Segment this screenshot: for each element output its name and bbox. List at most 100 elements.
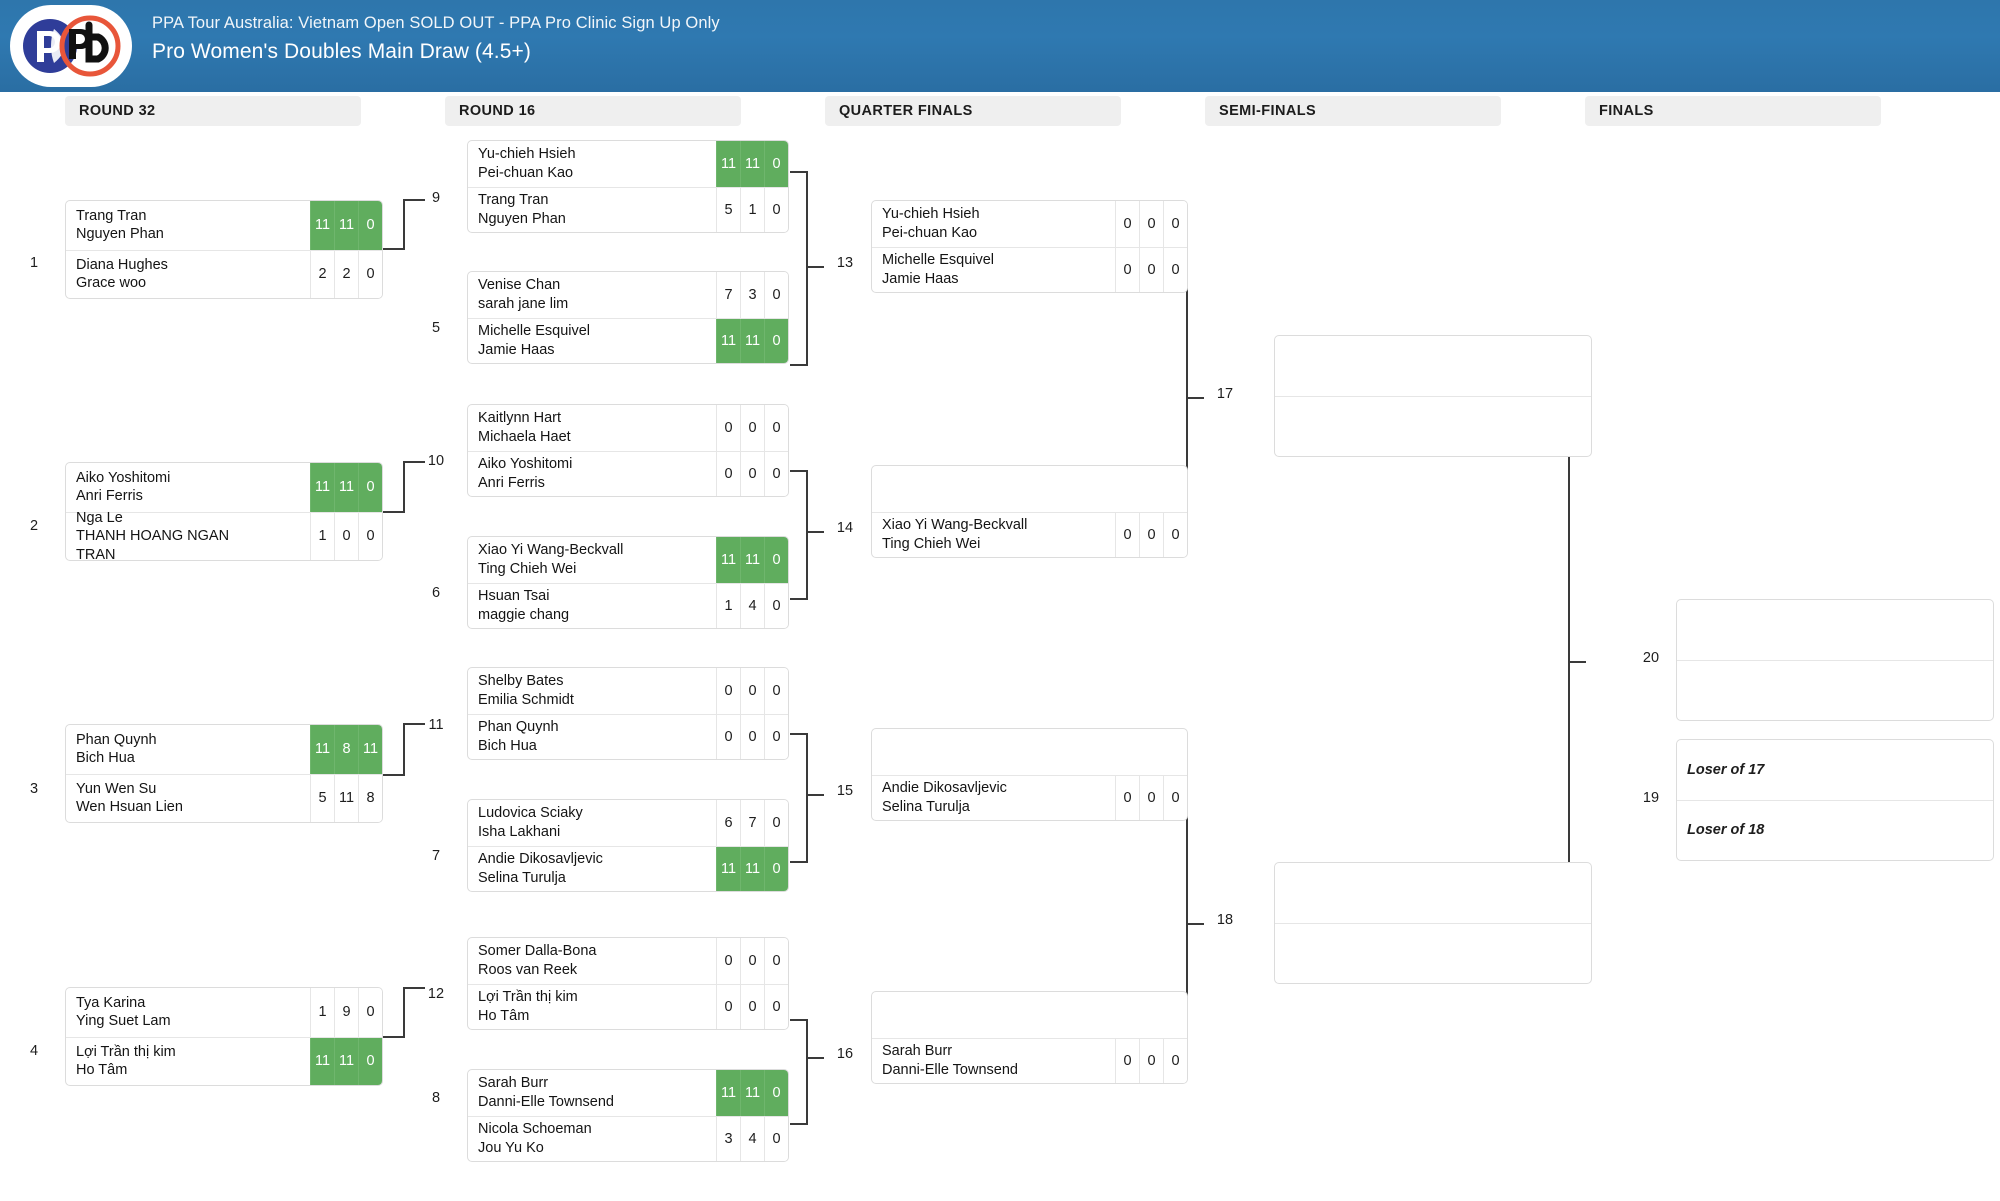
score-game-3: 8 bbox=[358, 774, 382, 822]
match-20[interactable] bbox=[1676, 599, 1994, 721]
player-2: Jou Yu Ko bbox=[478, 1139, 544, 1156]
match-2-team-top[interactable]: Aiko Yoshitomi Anri Ferris 11 11 0 bbox=[66, 463, 382, 512]
match-16-team-top[interactable] bbox=[872, 992, 1187, 1038]
score-game-3: 0 bbox=[358, 988, 382, 1037]
match-number-7: 7 bbox=[431, 848, 441, 864]
match-17-team-top[interactable] bbox=[1275, 336, 1591, 396]
match-5-team-bottom[interactable]: Michelle Esquivel Jamie Haas 11 11 0 bbox=[468, 317, 788, 363]
score-game-1: 11 bbox=[716, 318, 740, 363]
match-9-team-top[interactable]: Yu-chieh Hsieh Pei-chuan Kao 11 11 0 bbox=[468, 141, 788, 187]
match-20-team-bottom[interactable] bbox=[1677, 660, 1993, 720]
match-15[interactable]: Andie Dikosavljevic Selina Turulja 0 0 0 bbox=[871, 728, 1188, 821]
match-17-team-bottom[interactable] bbox=[1275, 396, 1591, 456]
match-12-team-bottom[interactable]: Lợi Trần thị kim Ho Tâm 0 0 0 bbox=[468, 983, 788, 1029]
match-14[interactable]: Xiao Yi Wang-Beckvall Ting Chieh Wei 0 0… bbox=[871, 465, 1188, 558]
team-names: Ludovica Sciaky Isha Lakhani bbox=[468, 800, 716, 846]
team-names: Sarah Burr Danni-Elle Townsend bbox=[872, 1039, 1115, 1084]
match-14-team-top[interactable] bbox=[872, 466, 1187, 512]
score-group: 0 0 0 bbox=[716, 405, 788, 451]
match-6-team-bottom[interactable]: Hsuan Tsai maggie chang 1 4 0 bbox=[468, 582, 788, 628]
match-9-team-bottom[interactable]: Trang Tran Nguyen Phan 5 1 0 bbox=[468, 186, 788, 232]
team-names bbox=[872, 466, 1187, 512]
match-10-team-top[interactable]: Kaitlynn Hart Michaela Haet 0 0 0 bbox=[468, 405, 788, 451]
match-1-team-bottom[interactable]: Diana Hughes Grace woo 2 2 0 bbox=[66, 249, 382, 299]
match-9[interactable]: Yu-chieh Hsieh Pei-chuan Kao 11 11 0 Tra… bbox=[467, 140, 789, 233]
score-game-2: 4 bbox=[740, 583, 764, 628]
score-game-1: 11 bbox=[716, 537, 740, 583]
match-7-team-bottom[interactable]: Andie Dikosavljevic Selina Turulja 11 11… bbox=[468, 845, 788, 891]
match-4[interactable]: Tya Karina Ying Suet Lam 1 9 0 Lợi Trần … bbox=[65, 987, 383, 1086]
match-2-team-bottom[interactable]: Nga Le THANH HOANG NGAN TRAN 1 0 0 bbox=[66, 510, 382, 560]
score-group: 11 11 0 bbox=[716, 537, 788, 583]
match-7-team-top[interactable]: Ludovica Sciaky Isha Lakhani 6 7 0 bbox=[468, 800, 788, 846]
match-15-team-bottom[interactable]: Andie Dikosavljevic Selina Turulja 0 0 0 bbox=[872, 774, 1187, 820]
match-13-team-bottom[interactable]: Michelle Esquivel Jamie Haas 0 0 0 bbox=[872, 246, 1187, 292]
match-8-team-top[interactable]: Sarah Burr Danni-Elle Townsend 11 11 0 bbox=[468, 1070, 788, 1116]
match-7[interactable]: Ludovica Sciaky Isha Lakhani 6 7 0 Andie… bbox=[467, 799, 789, 892]
match-6-team-top[interactable]: Xiao Yi Wang-Beckvall Ting Chieh Wei 11 … bbox=[468, 537, 788, 583]
match-11[interactable]: Shelby Bates Emilia Schmidt 0 0 0 Phan Q… bbox=[467, 667, 789, 760]
match-11-team-bottom[interactable]: Phan Quynh Bich Hua 0 0 0 bbox=[468, 713, 788, 760]
match-1[interactable]: Trang Tran Nguyen Phan 11 11 0 Diana Hug… bbox=[65, 200, 383, 299]
match-17[interactable] bbox=[1274, 335, 1592, 457]
match-18-team-bottom[interactable] bbox=[1275, 923, 1591, 983]
player-1: Yun Wen Su bbox=[76, 780, 157, 797]
match-19[interactable]: Loser of 17 Loser of 18 bbox=[1676, 739, 1994, 861]
player-2: Nguyen Phan bbox=[478, 210, 566, 227]
score-game-2: 11 bbox=[740, 846, 764, 891]
score-game-2: 1 bbox=[740, 187, 764, 232]
score-game-2: 0 bbox=[1139, 775, 1163, 820]
match-6[interactable]: Xiao Yi Wang-Beckvall Ting Chieh Wei 11 … bbox=[467, 536, 789, 629]
match-18-team-top[interactable] bbox=[1275, 863, 1591, 923]
match-14-team-bottom[interactable]: Xiao Yi Wang-Beckvall Ting Chieh Wei 0 0… bbox=[872, 511, 1187, 557]
match-16-team-bottom[interactable]: Sarah Burr Danni-Elle Townsend 0 0 0 bbox=[872, 1037, 1187, 1084]
team-names: Phan Quynh Bich Hua bbox=[468, 715, 716, 760]
team-names: Diana Hughes Grace woo bbox=[66, 251, 310, 299]
score-game-3: 0 bbox=[1163, 512, 1187, 557]
match-3[interactable]: Phan Quynh Bich Hua 11 8 11 Yun Wen Su W… bbox=[65, 724, 383, 823]
player-1: Ludovica Sciaky bbox=[478, 805, 583, 822]
score-group: 0 0 0 bbox=[1115, 247, 1187, 292]
match-3-team-bottom[interactable]: Yun Wen Su Wen Hsuan Lien 5 11 8 bbox=[66, 773, 382, 822]
player-1: Andie Dikosavljevic bbox=[478, 851, 603, 868]
score-game-2: 4 bbox=[740, 1116, 764, 1161]
match-4-team-bottom[interactable]: Lợi Trần thị kim Ho Tâm 11 11 0 bbox=[66, 1036, 382, 1086]
team-names: Lợi Trần thị kim Ho Tâm bbox=[66, 1038, 310, 1086]
match-13-team-top[interactable]: Yu-chieh Hsieh Pei-chuan Kao 0 0 0 bbox=[872, 201, 1187, 247]
match-4-team-top[interactable]: Tya Karina Ying Suet Lam 1 9 0 bbox=[66, 988, 382, 1037]
match-number-10: 10 bbox=[427, 453, 445, 469]
player-1: Phan Quynh bbox=[478, 719, 559, 736]
match-1-team-top[interactable]: Trang Tran Nguyen Phan 11 11 0 bbox=[66, 201, 382, 250]
match-16[interactable]: Sarah Burr Danni-Elle Townsend 0 0 0 bbox=[871, 991, 1188, 1084]
score-game-3: 0 bbox=[764, 1116, 788, 1161]
match-13[interactable]: Yu-chieh Hsieh Pei-chuan Kao 0 0 0 Miche… bbox=[871, 200, 1188, 293]
player-2: maggie chang bbox=[478, 606, 570, 623]
match-8-team-bottom[interactable]: Nicola Schoeman Jou Yu Ko 3 4 0 bbox=[468, 1115, 788, 1161]
player-2: Danni-Elle Townsend bbox=[882, 1061, 1018, 1078]
score-group: 11 11 0 bbox=[310, 463, 382, 512]
match-12-team-top[interactable]: Somer Dalla-Bona Roos van Reek 0 0 0 bbox=[468, 938, 788, 984]
score-game-1: 0 bbox=[1115, 775, 1139, 820]
match-11-team-top[interactable]: Shelby Bates Emilia Schmidt 0 0 0 bbox=[468, 668, 788, 714]
match-15-team-top[interactable] bbox=[872, 729, 1187, 775]
score-group: 1 9 0 bbox=[310, 988, 382, 1037]
match-10[interactable]: Kaitlynn Hart Michaela Haet 0 0 0 Aiko Y… bbox=[467, 404, 789, 497]
team-names bbox=[872, 729, 1187, 775]
match-5[interactable]: Venise Chan sarah jane lim 7 3 0 Michell… bbox=[467, 271, 789, 364]
match-20-team-top[interactable] bbox=[1677, 600, 1993, 660]
match-2[interactable]: Aiko Yoshitomi Anri Ferris 11 11 0 Nga L… bbox=[65, 462, 383, 561]
match-18[interactable] bbox=[1274, 862, 1592, 984]
match-12[interactable]: Somer Dalla-Bona Roos van Reek 0 0 0 Lợi… bbox=[467, 937, 789, 1030]
match-10-team-bottom[interactable]: Aiko Yoshitomi Anri Ferris 0 0 0 bbox=[468, 450, 788, 496]
player-1: Diana Hughes bbox=[76, 256, 168, 273]
score-game-1: 7 bbox=[716, 272, 740, 318]
player-2: Pei-chuan Kao bbox=[478, 164, 574, 181]
match-5-team-top[interactable]: Venise Chan sarah jane lim 7 3 0 bbox=[468, 272, 788, 318]
match-3-team-top[interactable]: Phan Quynh Bich Hua 11 8 11 bbox=[66, 725, 382, 774]
match-19-team-bottom[interactable]: Loser of 18 bbox=[1677, 800, 1993, 860]
match-8[interactable]: Sarah Burr Danni-Elle Townsend 11 11 0 N… bbox=[467, 1069, 789, 1162]
match-19-team-top[interactable]: Loser of 17 bbox=[1677, 740, 1993, 800]
player-1: Tya Karina bbox=[76, 994, 146, 1011]
score-game-1: 1 bbox=[310, 512, 334, 560]
connector bbox=[403, 461, 425, 463]
